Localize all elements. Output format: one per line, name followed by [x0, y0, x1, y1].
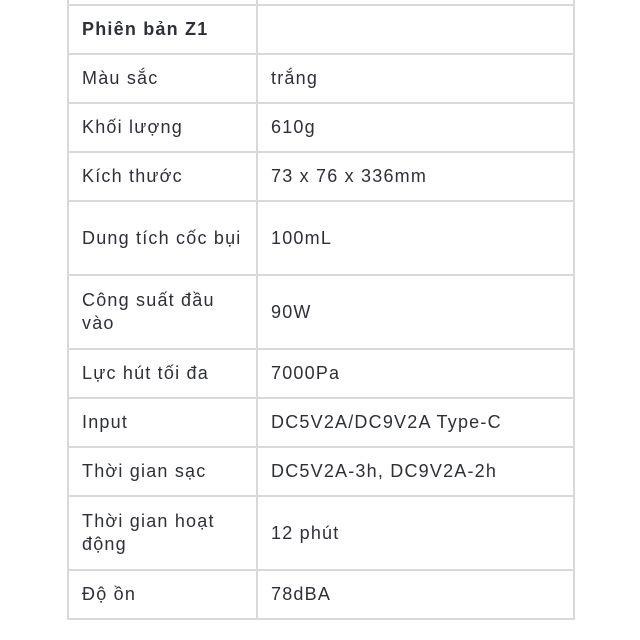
row-value: 7000Pa — [256, 348, 575, 399]
row-label: Công suất đầu vào — [67, 274, 258, 350]
table-row: Công suất đầu vào 90W — [67, 274, 575, 350]
row-value: 610g — [256, 102, 575, 153]
row-label: Màu sắc — [67, 53, 258, 104]
row-value: 73 x 76 x 336mm — [256, 151, 575, 202]
row-value: 90W — [256, 274, 575, 350]
table-row: Khối lượng 610g — [67, 102, 575, 153]
row-value: DC5V2A-3h, DC9V2A-2h — [256, 446, 575, 497]
row-label: Lực hút tối đa — [67, 348, 258, 399]
row-value: 78dBA — [256, 569, 575, 620]
row-value: 12 phút — [256, 495, 575, 571]
row-value: trắng — [256, 53, 575, 104]
row-value: 100mL — [256, 200, 575, 276]
row-label: Input — [67, 397, 258, 448]
row-label: Thời gian sạc — [67, 446, 258, 497]
row-value: DC5V2A/DC9V2A Type-C — [256, 397, 575, 448]
row-label: Dung tích cốc bụi — [67, 200, 258, 276]
row-value — [256, 4, 575, 55]
table-row: Kích thước 73 x 76 x 336mm — [67, 151, 575, 202]
version-heading: Phiên bản Z1 — [67, 4, 258, 55]
table-row: Thời gian hoạt động 12 phút — [67, 495, 575, 571]
table-row: Màu sắc trắng — [67, 53, 575, 104]
table-row: Độ ồn 78dBA — [67, 569, 575, 620]
table-row: Dung tích cốc bụi 100mL — [67, 200, 575, 276]
spec-table: Phiên bản Z1 Màu sắc trắng Khối lượng 61… — [67, 0, 575, 620]
table-header-row: Phiên bản Z1 — [67, 4, 575, 55]
table-row: Thời gian sạc DC5V2A-3h, DC9V2A-2h — [67, 446, 575, 497]
row-label: Kích thước — [67, 151, 258, 202]
row-label: Độ ồn — [67, 569, 258, 620]
row-label: Thời gian hoạt động — [67, 495, 258, 571]
table-row: Input DC5V2A/DC9V2A Type-C — [67, 397, 575, 448]
table-row: Lực hút tối đa 7000Pa — [67, 348, 575, 399]
row-label: Khối lượng — [67, 102, 258, 153]
